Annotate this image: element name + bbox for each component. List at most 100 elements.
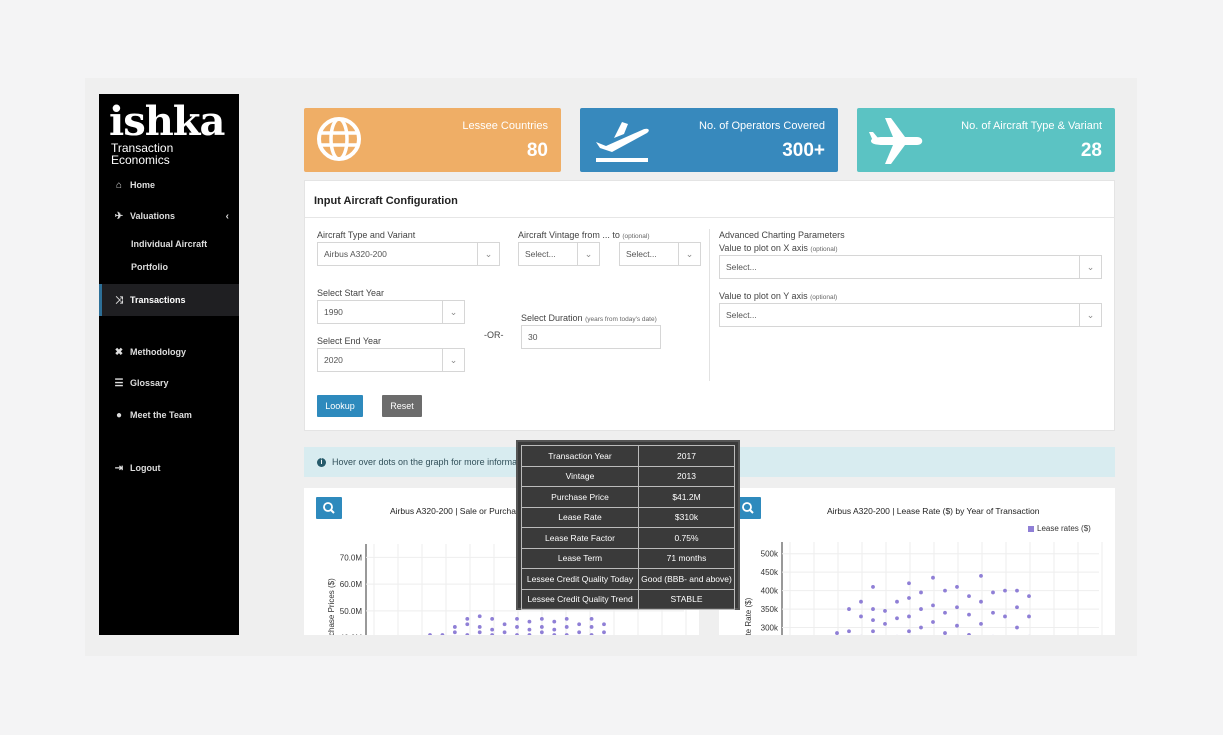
data-point[interactable] — [490, 617, 495, 621]
data-point[interactable] — [477, 614, 482, 619]
vintage-from-select[interactable]: Select... ⌄ — [518, 242, 600, 266]
data-point[interactable] — [440, 633, 445, 635]
data-point[interactable] — [539, 625, 544, 629]
data-point[interactable] — [1015, 625, 1019, 630]
data-point[interactable] — [859, 599, 863, 604]
data-point[interactable] — [895, 599, 899, 604]
sidebar-item-valuations[interactable]: ✈ Valuations ‹ — [99, 206, 239, 226]
data-point[interactable] — [907, 581, 911, 586]
data-point[interactable] — [428, 633, 432, 635]
start-year-select[interactable]: 1990 ⌄ — [317, 300, 465, 324]
data-point[interactable] — [539, 630, 544, 635]
sidebar-item-methodology[interactable]: ✖ Methodology — [99, 342, 239, 362]
data-point[interactable] — [527, 619, 532, 624]
tooltip-row: Transaction Year 2017 — [521, 445, 735, 467]
tooltip-row: Lessee Credit Quality Today Good (BBB- an… — [521, 568, 735, 590]
data-point[interactable] — [907, 614, 911, 619]
data-point[interactable] — [943, 588, 947, 593]
data-point[interactable] — [931, 575, 935, 580]
sidebar-item-transactions[interactable]: ⤨ Transactions — [99, 284, 239, 316]
vintage-to-select[interactable]: Select... ⌄ — [619, 242, 701, 266]
sidebar-item-glossary[interactable]: ☰ Glossary — [99, 373, 239, 393]
data-point[interactable] — [883, 621, 887, 626]
lookup-button[interactable]: Lookup — [317, 395, 363, 417]
data-point[interactable] — [465, 617, 470, 621]
data-point[interactable] — [991, 610, 995, 615]
data-point[interactable] — [515, 617, 519, 621]
data-point[interactable] — [527, 633, 532, 635]
data-point[interactable] — [943, 610, 947, 615]
data-point[interactable] — [847, 629, 851, 634]
data-point[interactable] — [871, 585, 875, 589]
data-point[interactable] — [490, 633, 495, 635]
y-axis-select[interactable]: Select... ⌄ — [719, 303, 1102, 327]
sidebar-item-logout[interactable]: ⇥ Logout — [99, 458, 239, 478]
data-point[interactable] — [1027, 594, 1031, 599]
data-point[interactable] — [502, 622, 507, 627]
data-point[interactable] — [552, 619, 557, 624]
data-point[interactable] — [577, 630, 582, 635]
data-point[interactable] — [871, 629, 875, 634]
data-point[interactable] — [967, 594, 971, 599]
data-point[interactable] — [979, 621, 983, 626]
data-point[interactable] — [955, 605, 959, 610]
data-point[interactable] — [452, 630, 457, 635]
data-point[interactable] — [1015, 605, 1019, 610]
data-point[interactable] — [1015, 588, 1019, 593]
data-point[interactable] — [552, 627, 557, 632]
data-point[interactable] — [859, 614, 863, 619]
data-point[interactable] — [1003, 588, 1007, 593]
data-point[interactable] — [967, 633, 971, 635]
data-point[interactable] — [477, 625, 482, 629]
data-point[interactable] — [564, 633, 569, 635]
data-point[interactable] — [1027, 614, 1031, 619]
data-point[interactable] — [991, 590, 995, 595]
end-year-select[interactable]: 2020 ⌄ — [317, 348, 465, 372]
x-axis-select[interactable]: Select... ⌄ — [719, 255, 1102, 279]
sidebar-item-meet-the-team[interactable]: ● Meet the Team — [99, 405, 239, 425]
data-point[interactable] — [490, 627, 495, 632]
sidebar-item-home[interactable]: ⌂ Home — [99, 175, 239, 195]
data-point[interactable] — [602, 622, 606, 627]
data-point[interactable] — [979, 599, 983, 604]
data-point[interactable] — [967, 612, 971, 617]
aircraft-type-select[interactable]: Airbus A320-200 ⌄ — [317, 242, 500, 266]
data-point[interactable] — [602, 630, 606, 635]
data-point[interactable] — [539, 617, 544, 621]
data-point[interactable] — [477, 630, 482, 635]
data-point[interactable] — [955, 623, 959, 628]
data-point[interactable] — [943, 631, 947, 635]
data-point[interactable] — [589, 617, 594, 621]
data-point[interactable] — [502, 630, 507, 635]
data-point[interactable] — [919, 607, 923, 611]
data-point[interactable] — [919, 625, 923, 630]
data-point[interactable] — [907, 629, 911, 634]
reset-button[interactable]: Reset — [382, 395, 422, 417]
data-point[interactable] — [564, 617, 569, 621]
data-point[interactable] — [871, 618, 875, 623]
data-point[interactable] — [919, 590, 923, 595]
data-point[interactable] — [1003, 614, 1007, 619]
sidebar-item-portfolio[interactable]: Portfolio — [99, 257, 239, 277]
data-point[interactable] — [465, 633, 470, 635]
data-point[interactable] — [552, 633, 557, 635]
data-point[interactable] — [452, 625, 457, 629]
data-point[interactable] — [589, 625, 594, 629]
duration-input[interactable]: 30 — [521, 325, 661, 349]
data-point[interactable] — [465, 622, 470, 627]
data-point[interactable] — [527, 627, 532, 632]
data-point[interactable] — [895, 616, 899, 621]
sidebar-item-individual-aircraft[interactable]: Individual Aircraft — [99, 234, 239, 254]
data-point[interactable] — [835, 631, 839, 635]
data-point[interactable] — [515, 625, 519, 629]
data-point[interactable] — [564, 625, 569, 629]
data-point[interactable] — [871, 607, 875, 611]
data-point[interactable] — [883, 609, 887, 613]
data-point[interactable] — [955, 585, 959, 589]
data-point[interactable] — [907, 596, 911, 600]
data-point[interactable] — [931, 603, 935, 608]
data-point[interactable] — [931, 620, 935, 624]
data-point[interactable] — [979, 573, 983, 578]
data-point[interactable] — [577, 622, 582, 627]
data-point[interactable] — [847, 607, 851, 611]
